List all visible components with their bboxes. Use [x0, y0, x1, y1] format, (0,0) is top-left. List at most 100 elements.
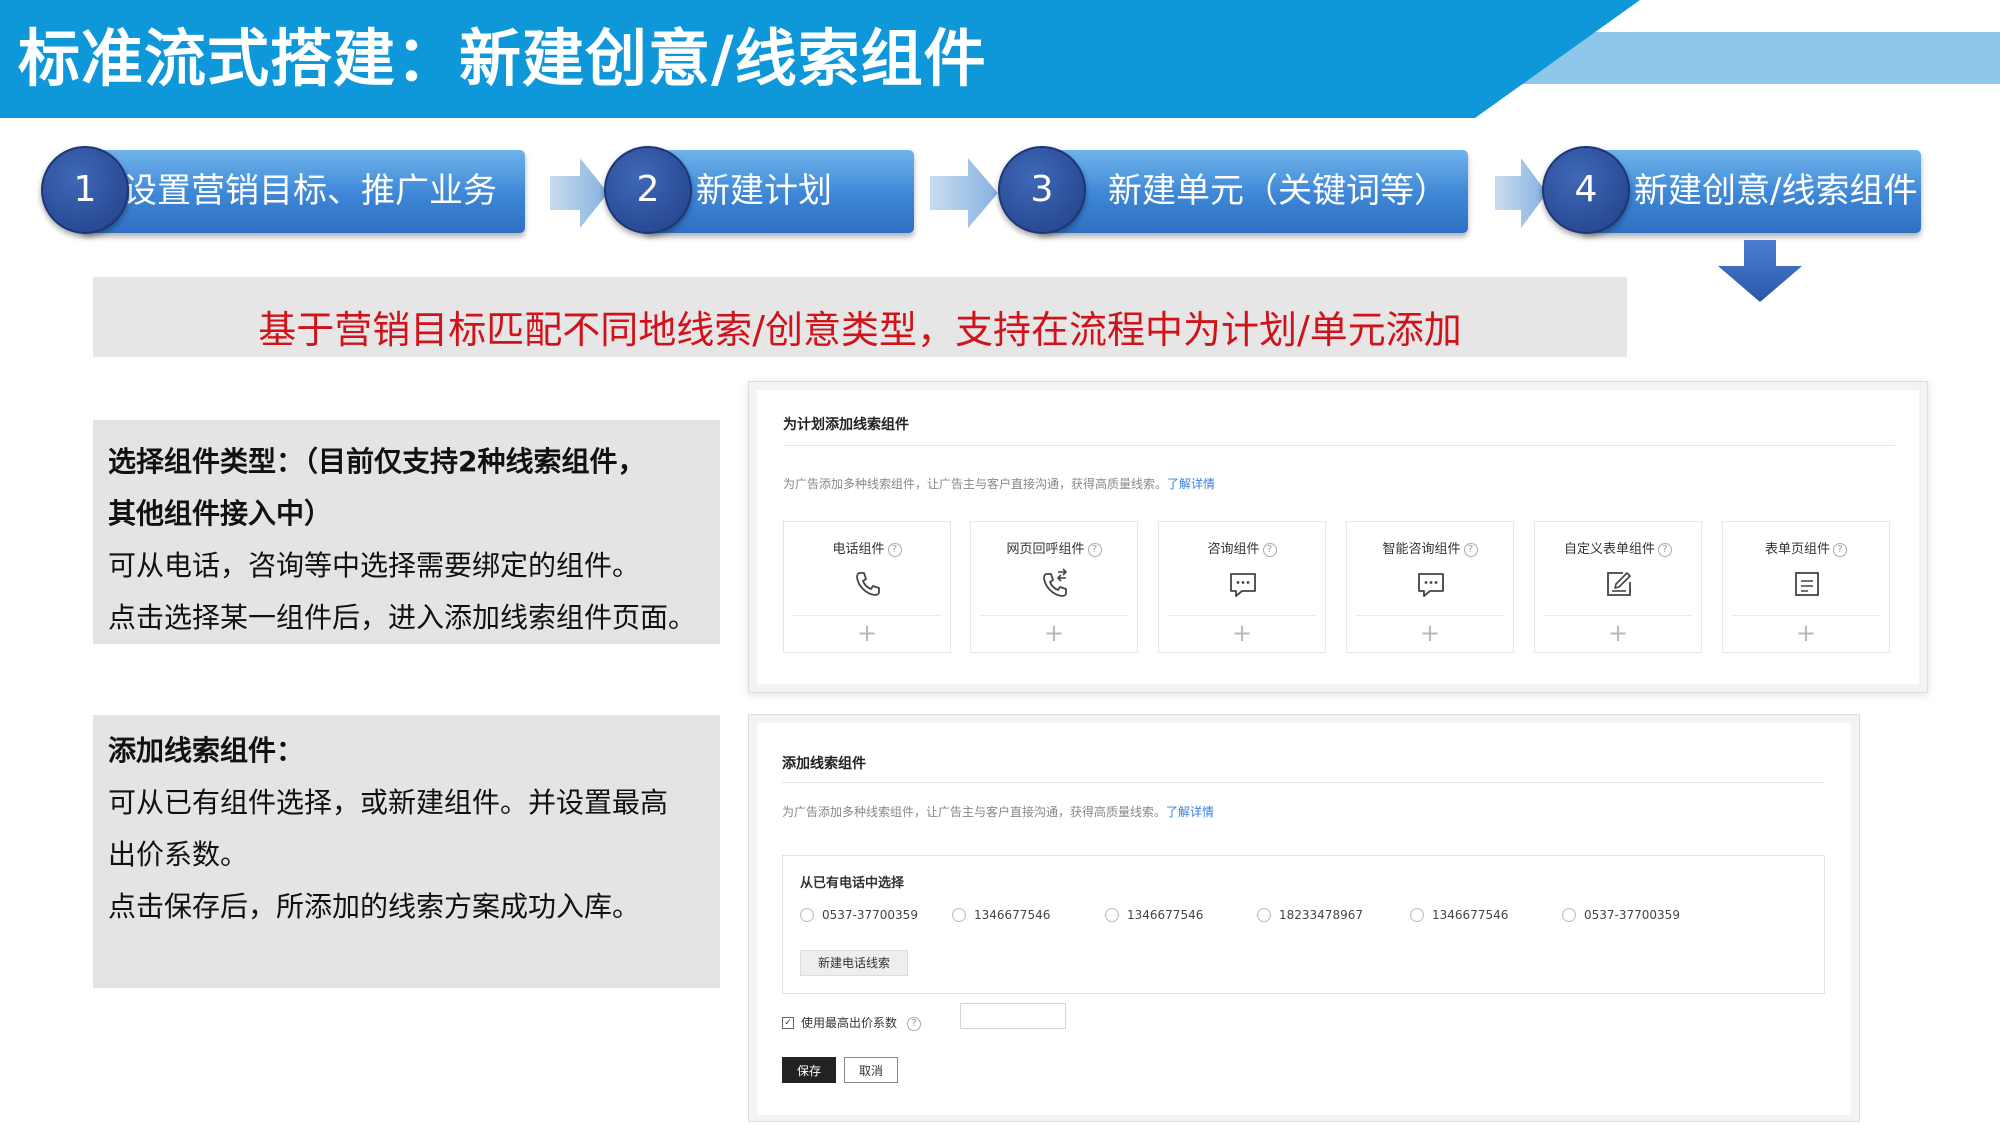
divider: [1355, 615, 1505, 616]
help-icon[interactable]: ?: [1833, 542, 1847, 557]
step-arrow-icon: [930, 158, 998, 228]
add-component-content: 添加线索组件 为广告添加多种线索组件，让广告主与客户直接沟通，获得高质量线索。了…: [757, 723, 1851, 1115]
card-title: 网页回呼组件?: [971, 538, 1137, 557]
phone-radio[interactable]: 0537-37700359: [1562, 906, 1680, 924]
explain-line: 其他组件接入中）: [108, 497, 333, 530]
radio-circle-icon: [1410, 907, 1424, 922]
card-name: 自定义表单组件: [1563, 542, 1655, 557]
divider: [1731, 615, 1881, 616]
explain-line: 点击选择某一组件后，进入添加线索组件页面。: [108, 601, 697, 634]
help-icon[interactable]: ?: [1087, 542, 1102, 557]
component-card-form-page[interactable]: 表单页组件? +: [1722, 521, 1890, 653]
step-number-badge: 2: [604, 146, 692, 234]
add-component-panel: 添加线索组件 为广告添加多种线索组件，让广告主与客户直接沟通，获得高质量线索。了…: [748, 714, 1860, 1122]
phone-number: 1346677546: [1432, 908, 1509, 922]
down-arrow-icon: [1718, 240, 1802, 302]
phone-number: 18233478967: [1279, 908, 1363, 922]
description-text: 为广告添加多种线索组件，让广告主与客户直接沟通，获得高质量线索。: [783, 477, 1168, 491]
help-icon[interactable]: ?: [1262, 542, 1277, 557]
divider: [1167, 615, 1317, 616]
save-button[interactable]: 保存: [782, 1057, 836, 1083]
form-page-icon: [1795, 572, 1819, 596]
help-icon[interactable]: ?: [1658, 542, 1672, 557]
explain-line: 出价系数。: [108, 838, 249, 871]
max-bid-checkbox[interactable]: ✓: [782, 1016, 794, 1029]
learn-more-link[interactable]: 了解详情: [1167, 477, 1215, 491]
help-icon[interactable]: ?: [907, 1016, 922, 1031]
help-icon[interactable]: ?: [1463, 542, 1478, 557]
divider: [783, 445, 1895, 446]
radio-circle-icon: [1257, 907, 1271, 922]
existing-phone-box: 从已有电话中选择 0537-37700359 1346677546 134667…: [782, 855, 1825, 994]
card-title: 咨询组件?: [1159, 538, 1325, 557]
panel-title: 添加线索组件: [782, 756, 866, 772]
add-icon[interactable]: +: [1723, 618, 1889, 648]
phone-radio[interactable]: 1346677546: [952, 906, 1050, 924]
explain-line: 可从电话，咨询等中选择需要绑定的组件。: [108, 549, 641, 582]
add-icon[interactable]: +: [784, 618, 950, 648]
page-title: 标准流式搭建：新建创意/线索组件: [18, 22, 987, 95]
card-title: 智能咨询组件?: [1347, 538, 1513, 557]
phone-radio[interactable]: 0537-37700359: [800, 906, 918, 924]
help-icon[interactable]: ?: [887, 542, 902, 557]
chat-icon: [1230, 573, 1256, 597]
card-name: 咨询组件: [1207, 542, 1260, 557]
explain-select-box: 选择组件类型：（目前仅支持2种线索组件， 其他组件接入中） 可从电话，咨询等中选…: [93, 420, 720, 644]
step-label: 新建单元（关键词等）: [1108, 171, 1448, 211]
explain-line: 点击保存后，所添加的线索方案成功入库。: [108, 890, 641, 923]
phone-icon: [856, 572, 880, 596]
max-bid-label: 使用最高出价系数: [801, 1016, 898, 1030]
divider: [782, 782, 1825, 783]
step-label: 新建创意/线索组件: [1634, 171, 1918, 211]
radio-circle-icon: [1105, 907, 1119, 922]
component-card-chat[interactable]: 咨询组件? +: [1158, 521, 1326, 653]
select-component-content: 为计划添加线索组件 为广告添加多种线索组件，让广告主与客户直接沟通，获得高质量线…: [757, 390, 1919, 684]
explain-line: 可从已有组件选择，或新建组件。并设置最高: [108, 786, 669, 819]
select-component-panel: 为计划添加线索组件 为广告添加多种线索组件，让广告主与客户直接沟通，获得高质量线…: [748, 381, 1928, 693]
card-name: 网页回呼组件: [1006, 542, 1085, 557]
explain-line: 添加线索组件：: [108, 734, 305, 767]
step-label: 设置营销目标、推广业务: [123, 171, 497, 211]
highlight-banner: 基于营销目标匹配不同地线索/创意类型，支持在流程中为计划/单元添加: [93, 277, 1627, 357]
card-title: 电话组件?: [784, 538, 950, 557]
existing-phone-title: 从已有电话中选择: [800, 876, 905, 891]
add-icon[interactable]: +: [1159, 618, 1325, 648]
divider: [792, 615, 942, 616]
phone-radio[interactable]: 18233478967: [1257, 906, 1363, 924]
max-bid-input[interactable]: [960, 1003, 1066, 1029]
phone-number: 0537-37700359: [822, 908, 918, 922]
divider: [979, 615, 1129, 616]
component-card-smart-chat[interactable]: 智能咨询组件? +: [1346, 521, 1514, 653]
add-icon[interactable]: +: [971, 618, 1137, 648]
radio-circle-icon: [1562, 907, 1576, 922]
header-banner: 标准流式搭建：新建创意/线索组件: [0, 0, 2000, 118]
radio-circle-icon: [952, 907, 966, 922]
radio-circle-icon: [800, 907, 814, 922]
step-1: 设置营销目标、推广业务 1: [41, 146, 525, 234]
phone-number: 1346677546: [974, 908, 1051, 922]
step-arrow-icon: [1495, 158, 1547, 228]
smart-chat-icon: [1418, 573, 1444, 597]
step-3: 新建单元（关键词等） 3: [998, 146, 1468, 234]
new-phone-lead-button[interactable]: 新建电话线索: [800, 950, 908, 976]
learn-more-link[interactable]: 了解详情: [1166, 805, 1214, 819]
panel-title: 为计划添加线索组件: [783, 417, 909, 433]
component-card-callback[interactable]: 网页回呼组件? +: [970, 521, 1138, 653]
step-number-badge: 1: [41, 146, 129, 234]
cancel-button[interactable]: 取消: [844, 1057, 898, 1083]
add-icon[interactable]: +: [1535, 618, 1701, 648]
edit-form-icon: [1607, 572, 1631, 596]
component-card-phone[interactable]: 电话组件? +: [783, 521, 951, 653]
step-2: 新建计划 2: [604, 146, 914, 234]
add-icon[interactable]: +: [1347, 618, 1513, 648]
phone-radio[interactable]: 1346677546: [1410, 906, 1508, 924]
highlight-text: 基于营销目标匹配不同地线索/创意类型，支持在流程中为计划/单元添加: [258, 308, 1462, 352]
component-card-custom-form[interactable]: 自定义表单组件? +: [1534, 521, 1702, 653]
phone-radio[interactable]: 1346677546: [1105, 906, 1203, 924]
card-name: 电话组件: [832, 542, 885, 557]
step-number-badge: 4: [1542, 146, 1630, 234]
description-text: 为广告添加多种线索组件，让广告主与客户直接沟通，获得高质量线索。: [782, 805, 1167, 819]
card-title: 表单页组件?: [1723, 538, 1889, 557]
divider: [1543, 615, 1693, 616]
explain-line: 选择组件类型：（目前仅支持2种线索组件，: [108, 445, 646, 478]
